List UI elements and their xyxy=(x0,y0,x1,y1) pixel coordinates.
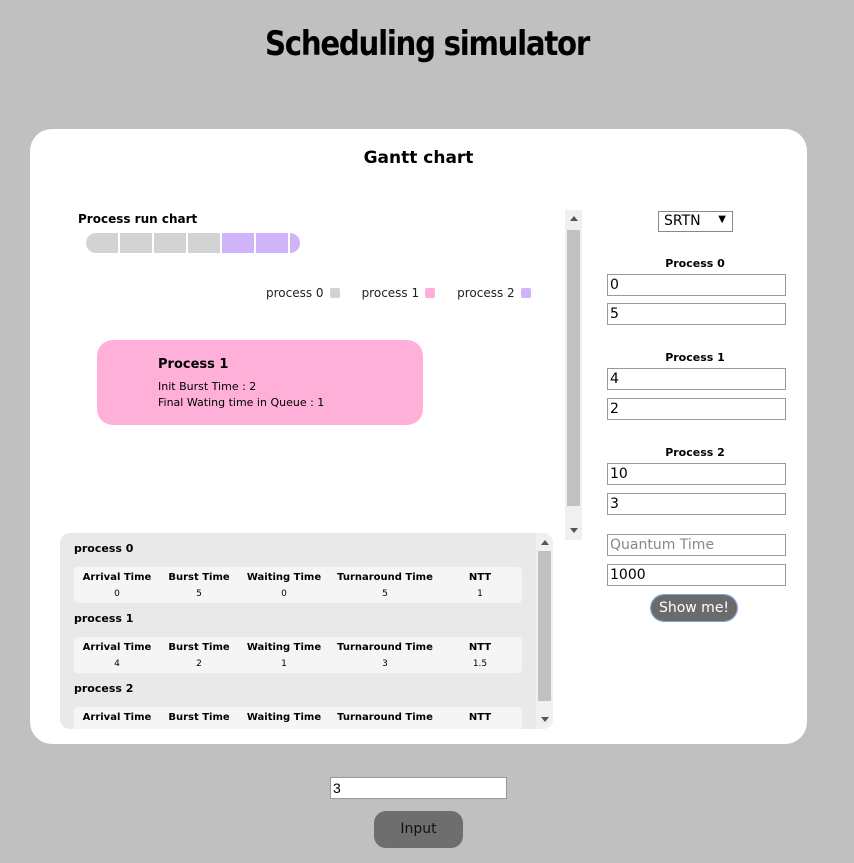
legend: process 0 process 1 process 2 xyxy=(266,286,553,300)
result-table: Arrival Time Burst Time Waiting Time Tur… xyxy=(74,707,522,729)
legend-label: process 0 xyxy=(266,286,324,300)
legend-label: process 1 xyxy=(361,286,420,300)
process-2-burst-input[interactable] xyxy=(607,493,786,515)
result-process-name: process 1 xyxy=(74,612,134,625)
scroll-down-icon[interactable] xyxy=(540,717,549,722)
gantt-card: Gantt chart Process run chart process 0 … xyxy=(30,129,807,744)
result-table: Arrival Time Burst Time Waiting Time Tur… xyxy=(74,567,522,603)
legend-label: process 2 xyxy=(457,286,515,300)
input-button[interactable]: Input xyxy=(374,811,463,848)
legend-swatch xyxy=(425,288,436,298)
legend-item-process-1: process 1 xyxy=(362,286,436,300)
scroll-up-icon[interactable] xyxy=(569,216,578,221)
algorithm-value: SRTN xyxy=(664,213,701,229)
scroll-down-icon[interactable] xyxy=(569,528,578,533)
col-waiting-time: Waiting Time xyxy=(246,572,322,583)
col-ntt: NTT xyxy=(468,642,492,653)
col-turnaround-time: Turnaround Time xyxy=(337,712,433,723)
cell-waiting: 0 xyxy=(281,589,287,599)
run-chart-label: Process run chart xyxy=(78,212,198,226)
run-chart-segment[interactable] xyxy=(86,233,118,253)
cell-turnaround: 3 xyxy=(382,659,388,669)
process-0-arrival-input[interactable] xyxy=(607,274,786,296)
run-chart-segment[interactable] xyxy=(120,233,152,253)
process-count-input[interactable] xyxy=(330,777,507,799)
dropdown-arrow-icon: ▼ xyxy=(718,214,726,225)
process-2-arrival-input[interactable] xyxy=(607,463,786,485)
show-me-button[interactable]: Show me! xyxy=(650,594,738,622)
col-ntt: NTT xyxy=(468,712,492,723)
run-chart-segment[interactable] xyxy=(154,233,186,253)
quantum-time-input[interactable] xyxy=(607,534,786,556)
results-scrollbar[interactable] xyxy=(536,533,553,729)
scroll-up-icon[interactable] xyxy=(540,540,549,545)
run-chart-area: Process run chart process 0 process 1 pr… xyxy=(30,209,570,539)
col-turnaround-time: Turnaround Time xyxy=(337,572,433,583)
legend-swatch xyxy=(520,288,531,298)
process-1-burst-input[interactable] xyxy=(607,398,786,420)
process-1-arrival-input[interactable] xyxy=(607,368,786,390)
algorithm-select[interactable]: SRTN ▼ xyxy=(658,211,733,232)
col-waiting-time: Waiting Time xyxy=(246,642,322,653)
scroll-thumb[interactable] xyxy=(538,551,551,701)
col-ntt: NTT xyxy=(468,572,492,583)
cell-ntt: 1 xyxy=(477,589,483,599)
process-2-label: Process 2 xyxy=(665,446,725,459)
col-turnaround-time: Turnaround Time xyxy=(337,642,433,653)
process-0-label: Process 0 xyxy=(665,257,725,270)
popup-final-wait: Final Wating time in Queue : 1 xyxy=(158,396,325,409)
legend-swatch xyxy=(329,288,340,298)
run-chart-segment[interactable] xyxy=(188,233,220,253)
run-chart-segment[interactable] xyxy=(256,233,288,253)
cell-turnaround: 5 xyxy=(382,589,388,599)
result-table: Arrival Time Burst Time Waiting Time Tur… xyxy=(74,637,522,673)
result-process-name: process 0 xyxy=(74,542,134,555)
chart-scrollbar[interactable] xyxy=(565,210,582,540)
run-chart-segment[interactable] xyxy=(290,233,300,253)
popup-title: Process 1 xyxy=(158,357,229,372)
process-1-label: Process 1 xyxy=(665,351,725,364)
run-chart-segment[interactable] xyxy=(222,233,254,253)
cell-ntt: 1.5 xyxy=(472,659,488,669)
cell-waiting: 1 xyxy=(281,659,287,669)
time-limit-input[interactable] xyxy=(607,564,786,586)
card-title: Gantt chart xyxy=(363,148,474,168)
result-process-name: process 2 xyxy=(74,682,134,695)
run-chart-bar xyxy=(86,233,300,253)
legend-item-process-0: process 0 xyxy=(266,286,340,300)
results-panel: process 0 Arrival Time Burst Time Waitin… xyxy=(60,533,553,729)
popup-init-burst: Init Burst Time : 2 xyxy=(158,380,257,393)
legend-item-process-2: process 2 xyxy=(457,286,531,300)
process-0-burst-input[interactable] xyxy=(607,303,786,325)
process-detail-popup: Process 1 Init Burst Time : 2 Final Wati… xyxy=(97,340,423,425)
scroll-thumb[interactable] xyxy=(567,230,580,506)
app-title: Scheduling simulator xyxy=(265,24,590,64)
col-waiting-time: Waiting Time xyxy=(246,712,322,723)
